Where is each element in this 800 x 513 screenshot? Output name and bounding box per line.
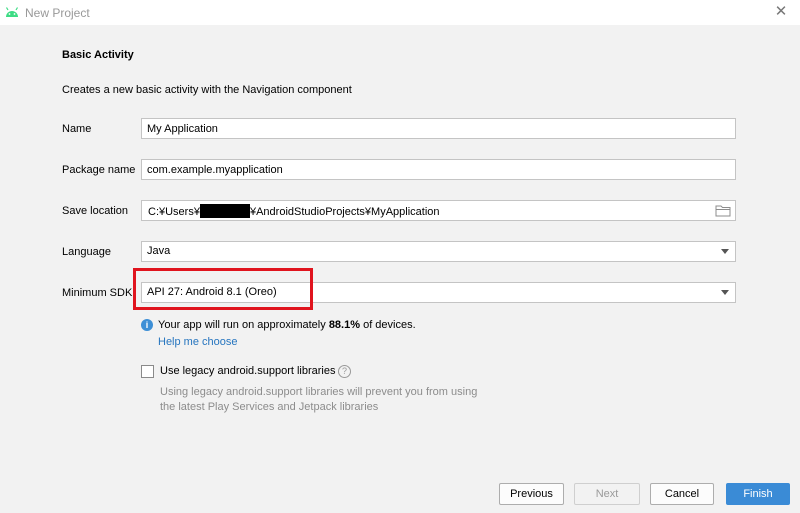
language-value: Java (147, 245, 171, 257)
package-name-label: Package name (62, 164, 136, 176)
legacy-note-line1: Using legacy android.support libraries w… (160, 386, 478, 398)
redaction-block (199, 204, 250, 218)
chevron-down-icon (721, 249, 729, 254)
save-location-value: C:¥Users¥ ¥AndroidStudioProjects¥MyApplic… (148, 204, 440, 218)
title-bar: New Project ✕ (0, 0, 800, 25)
window-title: New Project (25, 6, 90, 20)
save-location-input[interactable]: C:¥Users¥ ¥AndroidStudioProjects¥MyApplic… (141, 200, 736, 221)
legacy-support-label[interactable]: Use legacy android.support libraries (160, 365, 335, 377)
name-input[interactable] (141, 118, 736, 139)
language-label: Language (62, 246, 111, 258)
close-icon[interactable]: ✕ (772, 4, 790, 20)
help-me-choose-link[interactable]: Help me choose (158, 336, 238, 348)
legacy-support-checkbox[interactable] (141, 365, 154, 378)
help-question-icon[interactable]: ? (338, 365, 351, 378)
android-logo-icon (5, 7, 19, 17)
package-name-input[interactable] (141, 159, 736, 180)
activity-heading: Basic Activity (62, 49, 134, 61)
device-coverage-text: Your app will run on approximately 88.1%… (158, 319, 416, 331)
info-icon: i (141, 319, 153, 331)
chevron-down-icon (721, 290, 729, 295)
save-location-label: Save location (62, 205, 129, 217)
folder-icon[interactable] (715, 204, 731, 217)
minimum-sdk-select[interactable]: API 27: Android 8.1 (Oreo) (141, 282, 736, 303)
cancel-button[interactable]: Cancel (650, 483, 714, 505)
next-button[interactable]: Next (574, 483, 640, 505)
language-select[interactable]: Java (141, 241, 736, 262)
minimum-sdk-label: Minimum SDK (62, 287, 133, 299)
name-label: Name (62, 123, 92, 135)
minimum-sdk-value: API 27: Android 8.1 (Oreo) (147, 286, 277, 298)
finish-button[interactable]: Finish (726, 483, 790, 505)
dialog-content: Basic Activity Creates a new basic activ… (0, 25, 800, 513)
previous-button[interactable]: Previous (499, 483, 564, 505)
activity-description: Creates a new basic activity with the Na… (62, 84, 352, 96)
legacy-note-line2: the latest Play Services and Jetpack lib… (160, 401, 379, 413)
